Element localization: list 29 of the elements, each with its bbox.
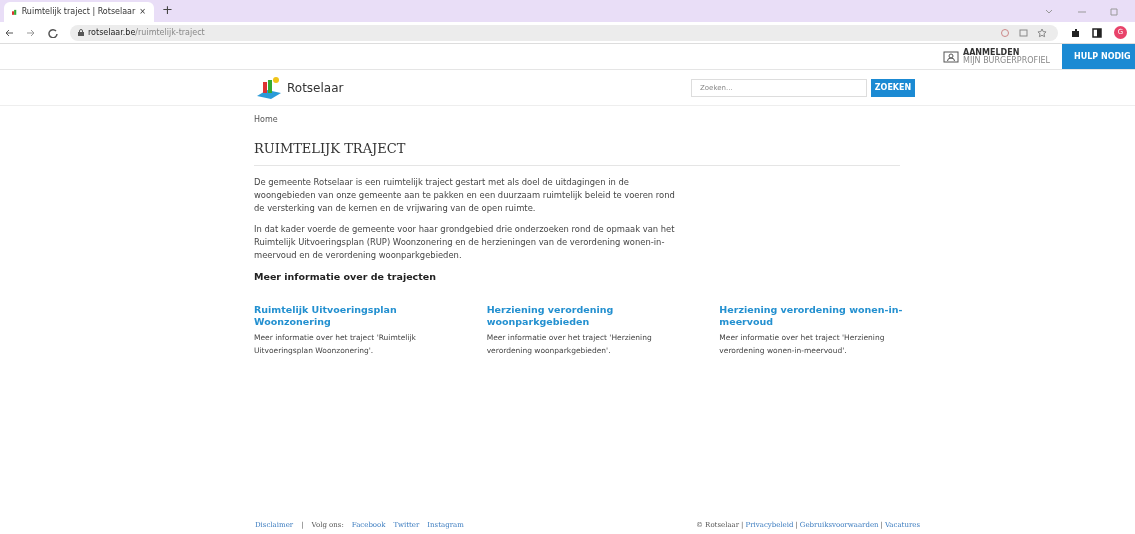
login-title: AANMELDEN (963, 48, 1020, 57)
url-text: rotselaar.be/ruimtelijk-traject (88, 26, 205, 39)
new-tab-button[interactable]: + (162, 0, 173, 19)
tab-close[interactable]: × (139, 6, 146, 18)
sidebar-icon[interactable] (1092, 27, 1102, 38)
card-link[interactable]: Herziening verordening wonen-in-meervoud (719, 303, 924, 328)
search-button[interactable]: ZOEKEN (871, 78, 915, 97)
card-link[interactable]: Ruimtelijk Uitvoeringsplan Woonzonering (254, 303, 459, 328)
body-paragraph: In dat kader voerde de gemeente voor haar grondgebied drie onderzoeken rond de opmaak van het Ruimtelijk Uitvoeringsplan (RUP) Woonzonering en de herzieningen van de verordening wonen-in-meervoud en de verordening woonparkgebieden. (254, 222, 676, 262)
extensions-icon[interactable] (1070, 27, 1080, 38)
tab-title: Ruimtelijk traject | Rotselaar (21, 6, 136, 18)
back-icon[interactable] (4, 27, 14, 38)
login-subtitle: MIJN BURGERPROFIEL (963, 56, 1050, 65)
user-card-icon (943, 50, 959, 63)
card-link[interactable]: Herziening verordening woonparkgebieden (486, 303, 692, 328)
login-link[interactable]: AANMELDEN MIJN BURGERPROFIEL (931, 44, 1062, 69)
lock-icon (78, 29, 84, 36)
body-paragraph: De gemeente Rotselaar is een ruimtelijk traject gestart met als doel de uitdagingen in de woongebieden van onze gemeente aan te pakken en een duurzaam ruimtelijk beleid te voeren rond de versterking van de kernen en de vrijwaring van de open ruimte. (254, 175, 676, 215)
address-bar[interactable]: rotselaar.be/ruimtelijk-traject (70, 24, 1058, 41)
forward-icon[interactable] (26, 27, 36, 38)
logo-text: Rotselaar (287, 79, 344, 97)
breadcrumb-link[interactable]: Home (254, 114, 278, 126)
reload-icon[interactable] (48, 27, 58, 38)
site-icon (12, 8, 18, 16)
page-title: RUIMTELIJK TRAJECT (254, 139, 900, 166)
browser-tab[interactable]: Ruimtelijk traject | Rotselaar × (4, 2, 154, 22)
logo-icon (255, 75, 283, 100)
section-heading: Meer informatie over de trajecten (254, 269, 437, 284)
help-button[interactable]: HULP NODIG (1062, 44, 1135, 69)
